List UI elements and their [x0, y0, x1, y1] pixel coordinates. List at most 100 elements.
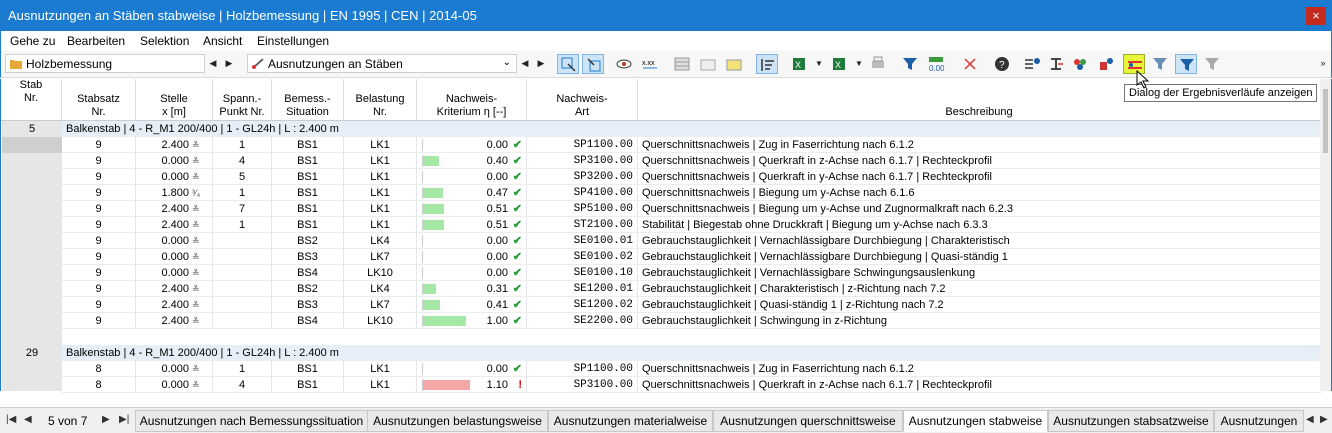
- tab-4[interactable]: Ausnutzungen querschnittsweise: [713, 410, 903, 432]
- highlight-table-button[interactable]: [723, 54, 745, 74]
- cell-last: LK1: [344, 169, 417, 185]
- cell-sit: BS1: [272, 201, 344, 217]
- table-row[interactable]: 9 0.000 ≚ BS2 LK4 0.00 ✔ SE0100.01 Gebrauchstaug…: [62, 233, 1321, 249]
- module-prev-icon[interactable]: ◀: [207, 55, 219, 72]
- cell-last: LK1: [344, 217, 417, 233]
- vertical-scrollbar[interactable]: [1320, 79, 1331, 391]
- next-page-icon[interactable]: ▶: [102, 414, 110, 425]
- jump-to-model-button[interactable]: [582, 54, 604, 74]
- menu-ansicht[interactable]: Ansicht: [203, 34, 242, 48]
- menu-einstellungen[interactable]: Einstellungen: [257, 34, 329, 48]
- cell-sit: BS1: [272, 169, 344, 185]
- stelle-value: 0.000: [161, 171, 189, 183]
- print-button[interactable]: [867, 54, 889, 74]
- excel-import-dropdown-icon[interactable]: ▼: [853, 55, 865, 72]
- member-info-button[interactable]: [1095, 54, 1117, 74]
- module-combo[interactable]: Holzbemessung: [5, 54, 205, 73]
- table-button[interactable]: [671, 54, 693, 74]
- filter-table-button[interactable]: [697, 54, 719, 74]
- last-page-icon[interactable]: ▶|: [119, 414, 129, 425]
- filter-result-button[interactable]: [1149, 54, 1171, 74]
- col-stab-header[interactable]: Stab Nr.: [1, 79, 62, 121]
- table-row[interactable]: 9 2.400 ≚ 1 BS1 LK1 0.51 ✔ ST2100.00 Stabilität |…: [62, 217, 1321, 233]
- tab-scroll-right-icon[interactable]: ▶: [1320, 414, 1328, 425]
- excel-export-button[interactable]: X: [789, 54, 811, 74]
- bar-baseline: [422, 251, 423, 263]
- warning-icon: !: [518, 379, 522, 391]
- tab-scroll-left-icon[interactable]: ◀: [1306, 414, 1314, 425]
- scrollbar-thumb[interactable]: [1323, 89, 1328, 153]
- table-row[interactable]: 9 2.400 ≚ BS3 LK7 0.41 ✔ SE1200.02 Gebrauchstaug…: [62, 297, 1321, 313]
- print-icon: [872, 56, 884, 68]
- toolbar-overflow-icon[interactable]: »: [1317, 55, 1329, 72]
- cursor-x-icon: [964, 58, 976, 70]
- cell-sit: BS2: [272, 233, 344, 249]
- close-button[interactable]: ×: [1306, 7, 1326, 25]
- table-row[interactable]: 8 0.000 ≚ 1 BS1 LK1 0.00 ✔ SP1100.00 Querschnitts…: [62, 361, 1321, 377]
- menu-selektion[interactable]: Selektion: [140, 34, 189, 48]
- chevron-down-icon: ⌄: [502, 57, 511, 68]
- table-row[interactable]: 9 0.000 ≚ 4 BS1 LK1 0.40 ✔ SP3100.00 Querschnitts…: [62, 153, 1321, 169]
- check-icon: ✔: [512, 299, 522, 311]
- cell-desc: Gebrauchstauglichkeit | Vernachlässigbar…: [638, 265, 1321, 281]
- result-prev-icon[interactable]: ◀: [519, 55, 531, 72]
- col-art-header[interactable]: Nachweis- Art: [527, 79, 638, 121]
- excel-import-button[interactable]: X: [829, 54, 851, 74]
- tab-7[interactable]: Ausnutzungen: [1214, 410, 1304, 432]
- result-combo[interactable]: Ausnutzungen an Stäben ⌄: [247, 54, 517, 73]
- col-kriterium-header[interactable]: Nachweis- Kriterium η [--]: [417, 79, 527, 121]
- table-row[interactable]: 9 0.000 ≚ BS3 LK7 0.00 ✔ SE0100.02 Gebrauchstaug…: [62, 249, 1321, 265]
- col-stelle-header[interactable]: Stelle x [m]: [136, 79, 213, 121]
- table-row[interactable]: 9 0.000 ≚ BS4 LK10 0.00 ✔ SE0100.10 Gebrauchstau…: [62, 265, 1321, 281]
- tab-6[interactable]: Ausnutzungen stabsatzweise: [1048, 410, 1214, 432]
- table-filter-icon: [700, 59, 716, 71]
- bar-baseline: [422, 203, 423, 215]
- view-button[interactable]: [613, 54, 635, 74]
- section-icon: [1051, 58, 1063, 70]
- cell-last: LK1: [344, 137, 417, 153]
- table-row[interactable]: 9 2.400 ≚ BS4 LK10 1.00 ✔ SE2200.00 Gebrauchstau…: [62, 313, 1321, 329]
- info-list-button[interactable]: [1021, 54, 1043, 74]
- module-next-icon[interactable]: ▶: [223, 55, 235, 72]
- prev-page-icon[interactable]: ◀: [24, 414, 32, 425]
- filter-active-button[interactable]: [1175, 54, 1197, 74]
- bar-baseline: [422, 379, 423, 391]
- col-beschreibung-label: Beschreibung: [945, 106, 1013, 118]
- col-spann-header[interactable]: Spann.- Punkt Nr.: [213, 79, 272, 121]
- select-in-model-button[interactable]: [557, 54, 579, 74]
- tab-2[interactable]: Ausnutzungen belastungsweise: [367, 410, 548, 432]
- filter-off-button[interactable]: [1201, 54, 1223, 74]
- menu-bearbeiten[interactable]: Bearbeiten: [67, 34, 125, 48]
- tab-1[interactable]: Ausnutzungen nach Bemessungssituation: [135, 410, 368, 432]
- table-row[interactable]: 9 2.400 ≚ BS2 LK4 0.31 ✔ SE1200.01 Gebrauchstaug…: [62, 281, 1321, 297]
- toolbar: Holzbemessung ◀ ▶ Ausnutzungen an Stäben…: [0, 51, 1332, 78]
- cell-art: SP3200.00: [527, 169, 638, 185]
- result-next-icon[interactable]: ▶: [535, 55, 547, 72]
- table-row[interactable]: 9 0.000 ≚ 5 BS1 LK1 0.00 ✔ SP3200.00 Querschnitts…: [62, 169, 1321, 185]
- col-stabsatz-header[interactable]: Stabsatz Nr.: [62, 79, 136, 121]
- deselect-button[interactable]: [959, 54, 981, 74]
- section-button[interactable]: [1045, 54, 1067, 74]
- filter-button[interactable]: [899, 54, 921, 74]
- eta-value: 0.00: [486, 267, 508, 279]
- excel-export-dropdown-icon[interactable]: ▼: [813, 55, 825, 72]
- stelle-value: 1.800: [161, 187, 189, 199]
- menu-gehe-zu[interactable]: Gehe zu: [10, 34, 55, 48]
- table-row[interactable]: 9 2.400 ≚ 7 BS1 LK1 0.51 ✔ SP5100.00 Querschnitts…: [62, 201, 1321, 217]
- tab-3[interactable]: Ausnutzungen materialweise: [548, 410, 713, 432]
- check-icon: ✔: [512, 171, 522, 183]
- material-button[interactable]: [1069, 54, 1091, 74]
- col-belastung-header[interactable]: Belastung Nr.: [344, 79, 417, 121]
- values-button[interactable]: x.xx: [639, 54, 661, 74]
- table-row[interactable]: 9 1.800 ³⁄₄ 1 BS1 LK1 0.47 ✔ SP4100.00 Querschnit…: [62, 185, 1321, 201]
- column-button[interactable]: [756, 54, 778, 74]
- cell-last: LK10: [344, 313, 417, 329]
- table-row[interactable]: 8 0.000 ≚ 4 BS1 LK1 1.10! SP3100.00 Querschnitts…: [62, 377, 1321, 393]
- stelle-value: 0.000: [161, 251, 189, 263]
- min-max-button[interactable]: 0.00: [925, 54, 947, 74]
- first-page-icon[interactable]: |◀: [6, 414, 16, 425]
- col-bemess-header[interactable]: Bemess.- Situation: [272, 79, 344, 121]
- help-button[interactable]: ?: [991, 54, 1013, 74]
- tab-5[interactable]: Ausnutzungen stabweise: [903, 410, 1048, 432]
- table-row[interactable]: 9 2.400 ≚ 1 BS1 LK1 0.00 ✔ SP1100.00 Querschnitts…: [62, 137, 1321, 153]
